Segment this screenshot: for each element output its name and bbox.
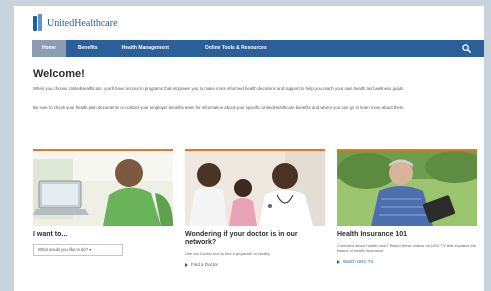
nav-home[interactable]: Home [32, 40, 66, 57]
card-image-man-tablet [337, 151, 477, 226]
card-title: Wondering if your doctor is in our netwo… [185, 231, 298, 246]
card-health-insurance-101: Health Insurance 101 Confused about heal… [337, 149, 477, 264]
uhc-logo-icon [33, 14, 43, 32]
card-i-want-to: I want to... What would you like to do? … [33, 149, 173, 256]
page-title: Welcome! [33, 68, 85, 80]
card-description: Use our Doctor tool to find a physician … [185, 251, 271, 256]
brand-logo[interactable]: UnitedHealthcare [33, 14, 118, 32]
intro-text: When you choose UnitedHealthcare, you'll… [33, 86, 405, 91]
plan-note-text: Be sure to check your health plan docume… [33, 105, 405, 110]
main-nav: Home Benefits Health Management Online T… [32, 40, 484, 57]
card-image-doctor-child [185, 151, 325, 226]
card-image-laptop-man [33, 151, 173, 226]
arrow-right-icon [185, 262, 188, 267]
link-label: Find a Doctor [191, 262, 219, 267]
nav-online-tools[interactable]: Online Tools & Resources [179, 40, 277, 57]
arrow-right-icon [337, 259, 340, 264]
card-title: I want to... [33, 231, 68, 238]
link-label: Watch UHC TV [343, 259, 374, 264]
watch-uhc-tv-link[interactable]: Watch UHC TV [337, 259, 477, 264]
card-description: Confused about health care? Watch these … [337, 243, 476, 253]
find-doctor-link[interactable]: Find a Doctor [185, 262, 325, 267]
page: UnitedHealthcare Home Benefits Health Ma… [14, 6, 484, 291]
search-icon[interactable] [462, 44, 471, 53]
brand-name: UnitedHealthcare [47, 17, 118, 29]
header: UnitedHealthcare [14, 6, 484, 40]
card-title: Health Insurance 101 [337, 231, 408, 238]
nav-health-management[interactable]: Health Management [108, 40, 179, 57]
nav-benefits[interactable]: Benefits [66, 40, 108, 57]
i-want-to-select[interactable]: What would you like to do? ▾ [33, 244, 123, 256]
card-find-doctor: Wondering if your doctor is in our netwo… [185, 149, 325, 267]
